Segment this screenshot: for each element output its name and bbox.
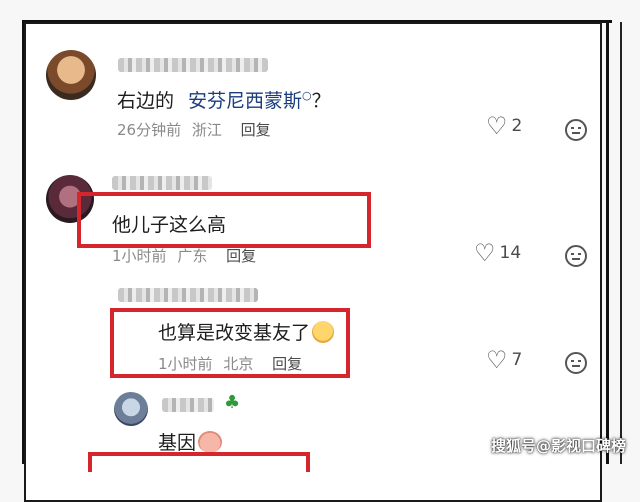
reply-button[interactable]: 回复 (241, 121, 271, 139)
reply-button[interactable]: 回复 (272, 355, 302, 373)
comment-text: 基因 (158, 428, 223, 455)
comment-text-suffix: ？ (311, 90, 331, 112)
watermark: 搜狐号@影视口碑榜 (490, 437, 626, 455)
comment-time: 26分钟前 (117, 121, 182, 139)
like-button[interactable]: ♡ 7 (486, 346, 523, 374)
comment-meta: 1小时前 北京 回复 (158, 353, 302, 374)
username-blurred[interactable] (112, 176, 212, 190)
comment-text-body: 也算是改变基友了 (158, 322, 311, 344)
heart-icon: ♡ (474, 239, 496, 267)
username-blurred[interactable] (118, 58, 268, 72)
emoji-reaction-icon[interactable] (565, 245, 587, 267)
comment-meta: 26分钟前 浙江 回复 (117, 119, 271, 140)
comment-location: 广东 (177, 247, 208, 265)
emoji-reaction-icon[interactable] (565, 119, 587, 141)
comment-location: 北京 (223, 355, 254, 373)
like-count: 14 (499, 243, 522, 263)
heart-icon: ♡ (486, 346, 508, 374)
highlight-box (88, 452, 310, 472)
clover-icon: ♣ (224, 392, 241, 413)
search-link[interactable]: 安芬尼西蒙斯 (188, 90, 302, 112)
frame-border-right-outer (620, 22, 622, 464)
comment-text: 他儿子这么高 (112, 214, 227, 236)
comment-text-body: 基因 (158, 432, 197, 454)
search-icon: ○ (302, 89, 312, 102)
like-count: 7 (511, 350, 523, 370)
reply-button[interactable]: 回复 (226, 247, 256, 265)
username-blurred[interactable] (118, 288, 258, 302)
frame-border-right (606, 20, 609, 464)
comment-text: 右边的 安芬尼西蒙斯○？ (117, 86, 331, 113)
avatar[interactable] (114, 392, 148, 426)
like-button[interactable]: ♡ 14 (474, 239, 522, 267)
comment-text-body: 右边的 (117, 90, 175, 112)
comment-meta: 1小时前 广东 回复 (112, 245, 256, 266)
comment-time: 1小时前 (112, 247, 167, 265)
comment-time: 1小时前 (158, 355, 213, 373)
comment-text: 也算是改变基友了 (158, 318, 335, 345)
comment-location: 浙江 (191, 121, 222, 139)
smile-emoji-icon (312, 321, 335, 343)
heart-icon: ♡ (486, 112, 508, 140)
like-button[interactable]: ♡ 2 (486, 112, 523, 140)
username-blurred[interactable] (162, 398, 214, 412)
like-count: 2 (511, 116, 523, 136)
emoji-reaction-icon[interactable] (565, 352, 587, 374)
pig-emoji-icon (198, 431, 223, 453)
avatar[interactable] (46, 50, 96, 100)
